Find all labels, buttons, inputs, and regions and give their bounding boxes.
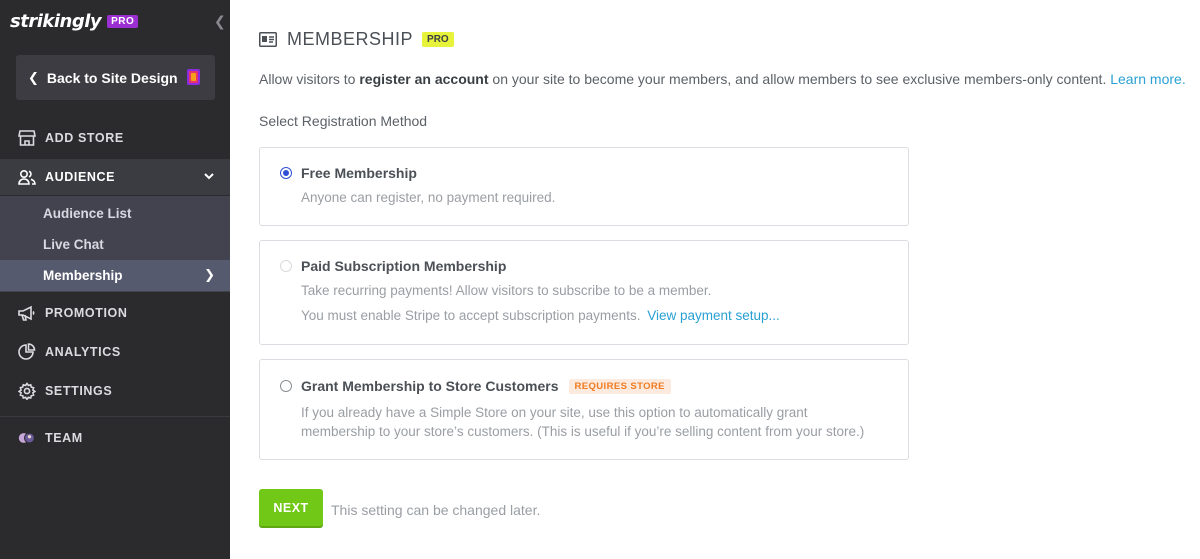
option-title: Paid Subscription Membership (301, 258, 507, 274)
option-description-1: If you already have a Simple Store on yo… (301, 405, 808, 420)
chevron-down-icon (204, 173, 214, 180)
nav-analytics[interactable]: ANALYTICS (0, 334, 230, 370)
sidebar-item-membership[interactable]: Membership ❯ (0, 260, 230, 291)
next-button[interactable]: NEXT (259, 489, 323, 526)
sidebar-divider (0, 416, 230, 417)
option-description-2: membership to your store’s customers. (T… (301, 424, 865, 439)
nav-audience[interactable]: AUDIENCE (0, 159, 230, 195)
pro-badge: PRO (107, 14, 139, 28)
page-header: MEMBERSHIP PRO (259, 29, 454, 50)
option-description: Anyone can register, no payment required… (301, 190, 556, 205)
sidebar-item-live-chat[interactable]: Live Chat (0, 229, 230, 260)
collapse-sidebar-icon[interactable]: ❮ (214, 13, 226, 30)
sidebar-item-audience-list[interactable]: Audience List (0, 198, 230, 229)
option-store-customers[interactable]: Grant Membership to Store Customers REQU… (259, 359, 909, 460)
option-description-1: Take recurring payments! Allow visitors … (301, 283, 712, 298)
intro-suffix: on your site to become your members, and… (488, 71, 1111, 87)
option-paid-subscription[interactable]: Paid Subscription Membership Take recurr… (259, 240, 909, 345)
intro-prefix: Allow visitors to (259, 71, 360, 87)
storefront-icon (18, 129, 36, 147)
sidebar: strikingly PRO ❮ ❮ Back to Site Design A… (0, 0, 230, 559)
nav-team[interactable]: TEAM (0, 420, 230, 456)
nav-audience-label: AUDIENCE (45, 170, 116, 184)
learn-more-link[interactable]: Learn more. (1110, 71, 1185, 87)
nav-team-label: TEAM (45, 431, 83, 445)
pie-chart-icon (18, 343, 36, 361)
back-to-site-design-button[interactable]: ❮ Back to Site Design (16, 55, 215, 100)
option-title-row: Grant Membership to Store Customers REQU… (301, 378, 671, 394)
select-registration-label: Select Registration Method (259, 113, 428, 129)
paid-subscription-radio[interactable] (280, 260, 292, 272)
chevron-left-icon: ❮ (28, 69, 39, 85)
id-card-icon (259, 32, 277, 47)
chevron-right-icon: ❯ (204, 267, 215, 282)
option-free-membership[interactable]: Free Membership Anyone can register, no … (259, 147, 909, 226)
view-payment-setup-link[interactable]: View payment setup... (647, 308, 780, 323)
gear-icon (18, 382, 36, 400)
sidebar-item-membership-label: Membership (43, 268, 123, 283)
nav-settings[interactable]: SETTINGS (0, 373, 230, 409)
stripe-note: You must enable Stripe to accept subscri… (301, 308, 641, 323)
nav-analytics-label: ANALYTICS (45, 345, 121, 359)
intro-bold: register an account (359, 71, 489, 87)
audience-submenu: Audience List Live Chat Membership ❯ (0, 196, 230, 292)
pro-badge: PRO (422, 32, 454, 47)
main-content: MEMBERSHIP PRO Allow visitors to registe… (230, 0, 1200, 559)
option-title: Free Membership (301, 165, 417, 181)
nav-promotion-label: PROMOTION (45, 306, 128, 320)
nav-add-store-label: ADD STORE (45, 131, 124, 145)
brand: strikingly PRO (10, 8, 139, 34)
strikingly-logo[interactable]: strikingly (10, 11, 102, 32)
team-avatars-icon (18, 429, 36, 447)
page-title: MEMBERSHIP (287, 29, 414, 49)
next-note: This setting can be changed later. (331, 502, 541, 518)
nav-promotion[interactable]: PROMOTION (0, 295, 230, 331)
option-title: Grant Membership to Store Customers (301, 378, 559, 394)
megaphone-icon (18, 304, 36, 322)
intro-text: Allow visitors to register an account on… (259, 71, 1186, 87)
users-icon (18, 168, 36, 186)
nav-add-store[interactable]: ADD STORE (0, 120, 230, 156)
back-button-label: Back to Site Design (46, 69, 178, 86)
paint-swatch-icon (187, 69, 200, 85)
free-membership-radio[interactable] (280, 167, 292, 179)
option-description-2: You must enable Stripe to accept subscri… (301, 306, 780, 325)
nav-settings-label: SETTINGS (45, 384, 113, 398)
store-customers-radio[interactable] (280, 380, 292, 392)
requires-store-badge: REQUIRES STORE (568, 378, 671, 394)
